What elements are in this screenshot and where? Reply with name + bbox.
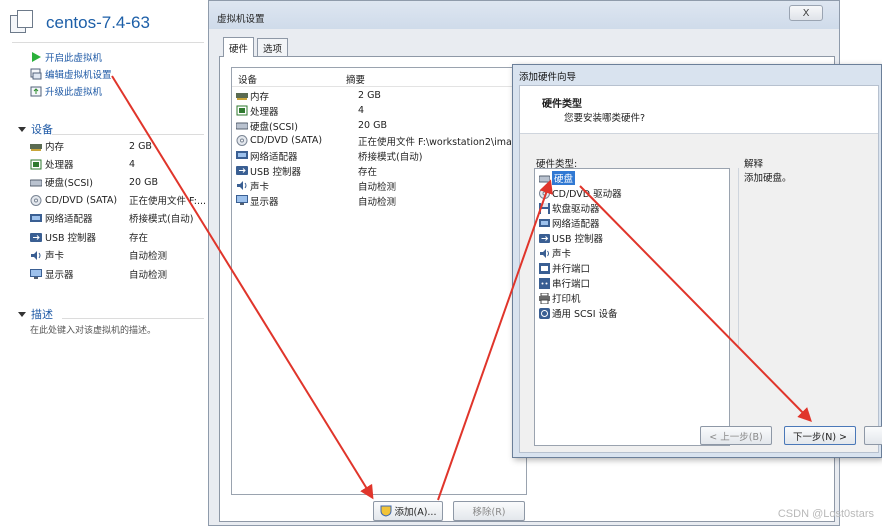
list-item-network-adapter[interactable]: 网络适配器 桥接模式(自动) xyxy=(236,148,528,163)
vm-icon xyxy=(10,10,36,36)
column-header-summary[interactable]: 摘要 xyxy=(346,72,365,86)
vm-summary-panel: centos-7.4-63 开启此虚拟机 编辑虚拟机设置 升级此虚拟机 设备 内… xyxy=(0,0,210,526)
device-row-usb-controller[interactable]: USB 控制器 存在 xyxy=(30,229,208,245)
hard-disk-icon xyxy=(30,179,42,186)
edit-settings-link[interactable]: 编辑虚拟机设置 xyxy=(30,66,112,81)
list-item-sound-card[interactable]: 声卡 自动检测 xyxy=(236,178,528,193)
cd-dvd-icon xyxy=(539,187,550,199)
wizard-subheading: 您要安装哪类硬件? xyxy=(564,113,646,124)
explanation-text: 添加硬盘。 xyxy=(744,173,792,184)
floppy-icon xyxy=(539,202,550,214)
usb-controller-icon xyxy=(30,232,42,242)
settings-titlebar[interactable]: 虚拟机设置 X xyxy=(209,1,839,29)
hw-type-parallel-port[interactable]: 并行端口 xyxy=(539,261,590,275)
memory-icon xyxy=(30,143,42,151)
next-button[interactable]: 下一步(N) > xyxy=(784,426,856,445)
watermark: CSDN @Lost0stars xyxy=(777,508,874,520)
tab-hardware[interactable]: 硬件 xyxy=(223,37,255,57)
display-icon xyxy=(236,195,248,205)
usb-controller-icon xyxy=(236,166,248,175)
remove-hardware-button[interactable]: 移除(R) xyxy=(453,501,525,521)
description-placeholder[interactable]: 在此处键入对该虚拟机的描述。 xyxy=(30,323,156,336)
parallel-port-icon xyxy=(539,262,550,274)
play-icon xyxy=(30,51,42,63)
back-button[interactable]: < 上一步(B) xyxy=(700,426,772,445)
wizard-header: 硬件类型 您要安装哪类硬件? xyxy=(520,86,878,134)
memory-icon xyxy=(236,93,248,100)
usb-controller-icon xyxy=(539,233,550,243)
list-item-usb-controller[interactable]: USB 控制器 存在 xyxy=(236,163,528,178)
device-list[interactable]: 设备 摘要 内存 2 GB 处理器 4 硬盘(SCSI) 20 GB CD/DV… xyxy=(231,67,527,495)
device-row-hard-disk[interactable]: 硬盘(SCSI) 20 GB xyxy=(30,174,208,190)
hard-disk-icon xyxy=(539,175,550,182)
cd-dvd-icon xyxy=(236,135,248,146)
devices-section-toggle[interactable]: 设备 xyxy=(18,121,53,137)
hw-type-sound-card[interactable]: 声卡 xyxy=(539,246,571,260)
wizard-heading: 硬件类型 xyxy=(542,99,582,110)
collapse-triangle-icon xyxy=(18,311,26,317)
device-row-network-adapter[interactable]: 网络适配器 桥接模式(自动) xyxy=(30,210,208,226)
sound-card-icon xyxy=(31,250,41,260)
column-header-device[interactable]: 设备 xyxy=(238,72,257,86)
add-hardware-button[interactable]: 添加(A)... xyxy=(373,501,443,521)
hw-type-serial-port[interactable]: 串行端口 xyxy=(539,276,590,290)
list-item-memory[interactable]: 内存 2 GB xyxy=(236,88,528,103)
vm-header: centos-7.4-63 xyxy=(10,8,150,38)
hw-type-scsi-device[interactable]: 通用 SCSI 设备 xyxy=(539,306,618,320)
network-adapter-icon xyxy=(539,218,550,227)
upgrade-link[interactable]: 升级此虚拟机 xyxy=(30,83,102,98)
device-row-memory[interactable]: 内存 2 GB xyxy=(30,138,208,154)
list-item-processor[interactable]: 处理器 4 xyxy=(236,103,528,118)
close-button[interactable]: X xyxy=(789,5,823,21)
hw-type-printer[interactable]: 打印机 xyxy=(539,291,581,305)
tab-options[interactable]: 选项 xyxy=(257,38,289,56)
wizard-body: 硬件类型 您要安装哪类硬件? 硬件类型: 硬盘 CD/DVD 驱动器 软盘驱动器… xyxy=(519,85,882,453)
hardware-type-list[interactable]: 硬盘 CD/DVD 驱动器 软盘驱动器 网络适配器 USB 控制器 声卡 并行端… xyxy=(534,168,730,446)
cd-dvd-icon xyxy=(30,194,42,206)
list-item-hard-disk[interactable]: 硬盘(SCSI) 20 GB xyxy=(236,118,528,133)
hw-type-network-adapter[interactable]: 网络适配器 xyxy=(539,216,600,230)
cpu-icon xyxy=(30,159,42,169)
add-hardware-wizard: 添加硬件向导 硬件类型 您要安装哪类硬件? 硬件类型: 硬盘 CD/DVD 驱动… xyxy=(512,64,882,458)
device-row-processor[interactable]: 处理器 4 xyxy=(30,156,208,172)
printer-icon xyxy=(539,292,550,304)
list-item-cd-dvd[interactable]: CD/DVD (SATA) 正在使用文件 F:\workstation2\ima… xyxy=(236,133,528,148)
collapse-triangle-icon xyxy=(18,126,26,132)
network-adapter-icon xyxy=(30,213,42,222)
device-row-cd-dvd[interactable]: CD/DVD (SATA) 正在使用文件 F:... xyxy=(30,192,208,208)
hw-type-usb-controller[interactable]: USB 控制器 xyxy=(539,231,603,245)
cpu-icon xyxy=(236,105,248,116)
sound-card-icon xyxy=(237,181,247,190)
wizard-title[interactable]: 添加硬件向导 xyxy=(519,69,576,83)
cancel-button[interactable] xyxy=(864,426,882,445)
upgrade-icon xyxy=(30,85,42,97)
hw-type-floppy[interactable]: 软盘驱动器 xyxy=(539,201,600,215)
hw-type-cd-dvd[interactable]: CD/DVD 驱动器 xyxy=(539,186,622,200)
scsi-device-icon xyxy=(539,307,550,319)
device-row-display[interactable]: 显示器 自动检测 xyxy=(30,266,208,282)
sound-card-icon xyxy=(540,248,549,258)
device-row-sound-card[interactable]: 声卡 自动检测 xyxy=(30,247,208,263)
edit-settings-icon xyxy=(30,68,42,80)
vm-title: centos-7.4-63 xyxy=(46,13,150,32)
shield-icon xyxy=(380,505,391,517)
serial-port-icon xyxy=(539,277,550,289)
settings-title: 虚拟机设置 xyxy=(217,14,265,25)
explanation-label: 解释 xyxy=(744,159,764,170)
description-section-toggle[interactable]: 描述 xyxy=(18,306,53,322)
hard-disk-icon xyxy=(236,122,248,130)
power-on-link[interactable]: 开启此虚拟机 xyxy=(30,49,102,64)
display-icon xyxy=(30,268,42,279)
network-adapter-icon xyxy=(236,151,248,159)
hw-type-hard-disk[interactable]: 硬盘 xyxy=(539,171,576,185)
list-item-display[interactable]: 显示器 自动检测 xyxy=(236,193,528,208)
